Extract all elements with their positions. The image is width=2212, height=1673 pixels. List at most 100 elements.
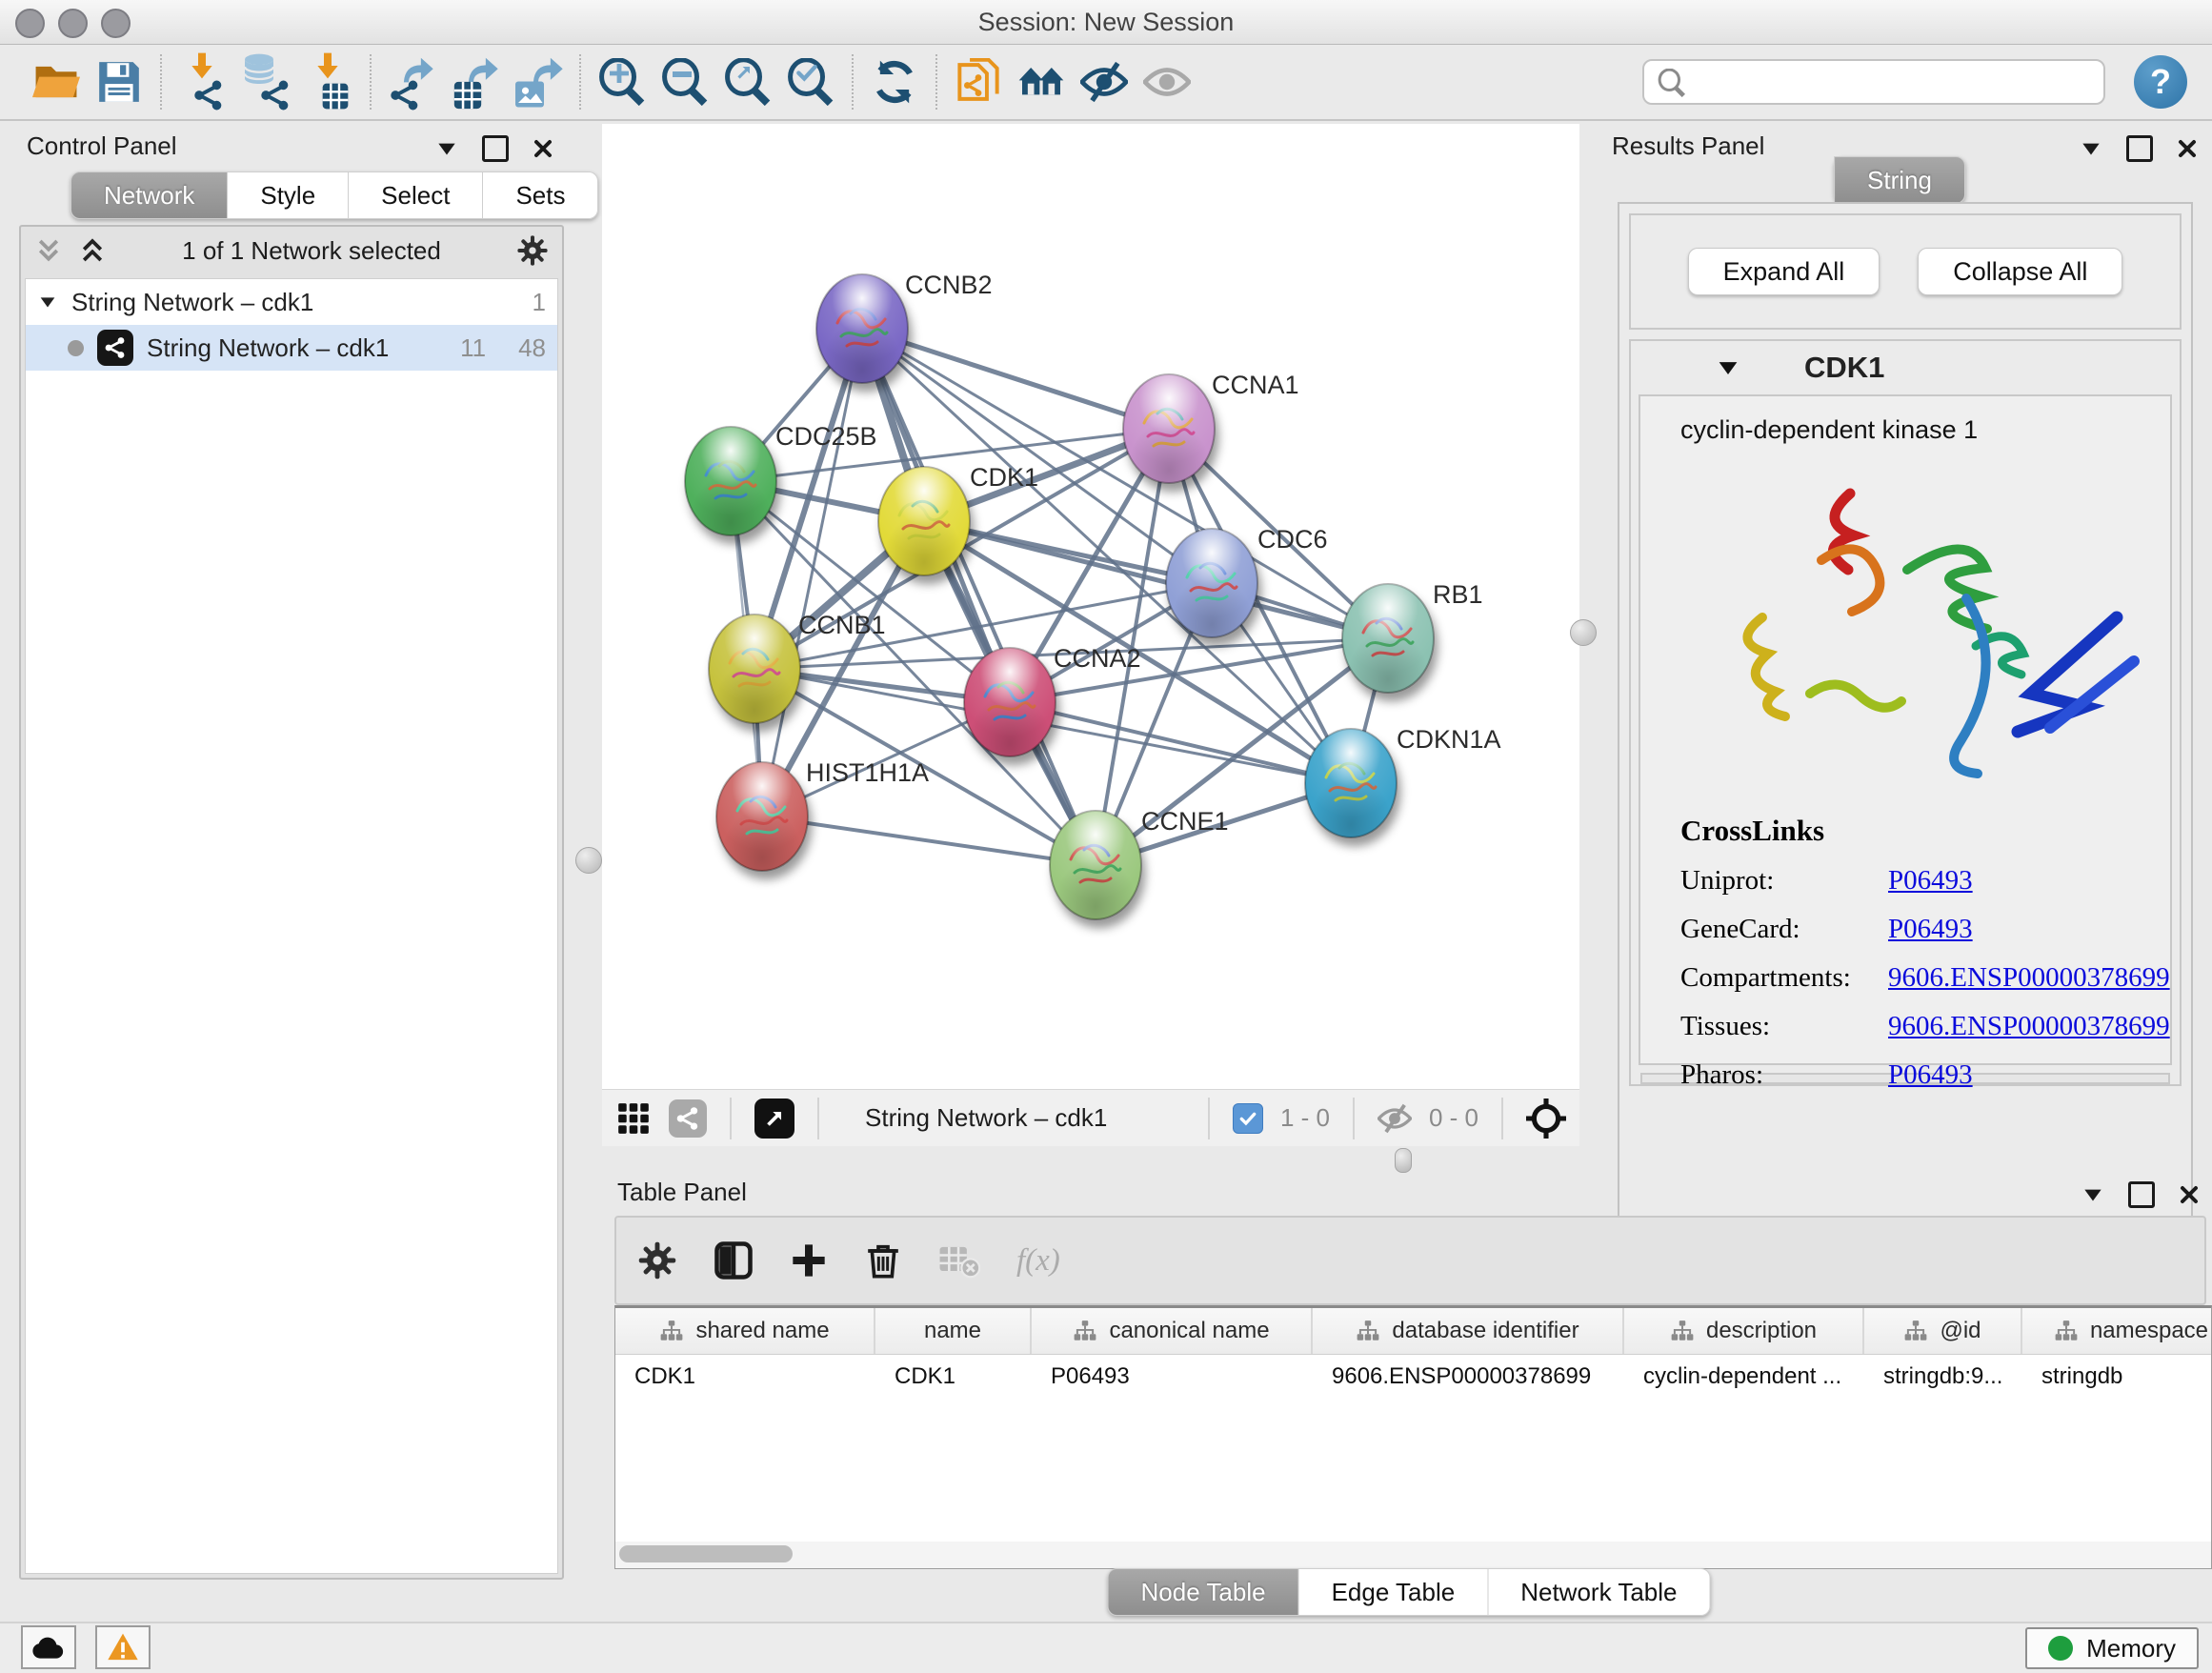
panel-menu-icon[interactable] — [2079, 136, 2103, 161]
bottom-splitter-handle[interactable] — [1395, 1148, 1412, 1173]
network-row[interactable]: String Network – cdk1 11 48 — [26, 325, 557, 371]
tab-network-table[interactable]: Network Table — [1488, 1568, 1710, 1616]
crosslink-link[interactable]: P06493 — [1888, 1059, 1973, 1091]
network-edge[interactable] — [1010, 702, 1351, 783]
crosslink-link[interactable]: 9606.ENSP00000378699 — [1888, 1011, 2170, 1042]
table-options-gear-icon[interactable] — [637, 1240, 677, 1280]
node-label: CCNE1 — [1141, 807, 1229, 836]
panel-close-icon[interactable] — [532, 137, 554, 160]
expand-all-button[interactable]: Expand All — [1688, 248, 1880, 295]
refresh-view-button[interactable] — [863, 50, 926, 113]
scrollbar-thumb[interactable] — [619, 1545, 793, 1562]
tab-network[interactable]: Network — [70, 171, 228, 219]
tab-node-table[interactable]: Node Table — [1108, 1568, 1299, 1616]
tab-string[interactable]: String — [1834, 156, 1965, 204]
tab-select[interactable]: Select — [349, 171, 483, 219]
table-cell[interactable]: stringdb — [2022, 1355, 2212, 1399]
window-zoom-button[interactable] — [101, 9, 131, 38]
fit-selected-crosshair-icon[interactable] — [1526, 1099, 1566, 1139]
panel-menu-icon[interactable] — [434, 136, 459, 161]
save-session-button[interactable] — [88, 50, 151, 113]
show-all-button[interactable] — [1136, 50, 1198, 113]
collapse-all-networks-icon[interactable] — [34, 236, 63, 265]
window-title: Session: New Session — [0, 0, 2212, 44]
table-cell[interactable]: CDK1 — [615, 1355, 875, 1399]
warnings-button[interactable] — [95, 1625, 151, 1669]
export-table-button[interactable] — [444, 50, 507, 113]
panel-menu-icon[interactable] — [2081, 1182, 2105, 1207]
network-node-CCNE1[interactable]: CCNE1 — [1050, 807, 1229, 919]
open-session-button[interactable] — [25, 50, 88, 113]
column-header-name[interactable]: name — [875, 1308, 1032, 1354]
import-network-from-file-button[interactable] — [171, 50, 234, 113]
panel-float-icon[interactable] — [482, 135, 509, 162]
network-edge[interactable] — [762, 816, 1096, 865]
collection-expander-icon[interactable] — [37, 292, 58, 312]
table-cell[interactable]: cyclin-dependent ... — [1624, 1355, 1864, 1399]
tab-style[interactable]: Style — [228, 171, 349, 219]
selected-items-checkbox[interactable] — [1233, 1103, 1263, 1134]
table-cell[interactable]: CDK1 — [875, 1355, 1032, 1399]
create-column-icon[interactable] — [790, 1241, 828, 1280]
table-row[interactable]: CDK1CDK1P064939606.ENSP00000378699cyclin… — [615, 1355, 2211, 1399]
right-splitter-handle[interactable] — [1570, 619, 1597, 646]
network-node-CCNA2[interactable]: CCNA2 — [964, 644, 1141, 756]
delete-column-icon[interactable] — [864, 1240, 902, 1280]
tab-edge-table[interactable]: Edge Table — [1299, 1568, 1489, 1616]
panel-close-icon[interactable] — [2178, 1183, 2201, 1206]
zoom-out-button[interactable] — [654, 50, 716, 113]
window-minimize-button[interactable] — [58, 9, 88, 38]
zoom-in-button[interactable] — [591, 50, 654, 113]
crosslink-link[interactable]: 9606.ENSP00000378699 — [1888, 962, 2170, 994]
network-current-dot-icon — [68, 340, 84, 356]
hide-selected-button[interactable] — [1073, 50, 1136, 113]
network-node-HIST1H1A[interactable]: HIST1H1A — [716, 758, 929, 871]
crosslink-link[interactable]: P06493 — [1888, 914, 1973, 945]
network-node-CDKN1A[interactable]: CDKN1A — [1305, 725, 1501, 837]
table-cell[interactable]: stringdb:9... — [1864, 1355, 2022, 1399]
show-columns-icon[interactable] — [714, 1240, 754, 1280]
help-button[interactable]: ? — [2134, 55, 2187, 109]
cloud-status-button[interactable] — [21, 1625, 76, 1669]
birds-eye-view-icon[interactable] — [615, 1100, 652, 1137]
search-input[interactable] — [1642, 59, 2105, 105]
column-header-shared-name[interactable]: shared name — [615, 1308, 875, 1354]
panel-float-icon[interactable] — [2126, 135, 2153, 162]
network-node-RB1[interactable]: RB1 — [1342, 580, 1483, 693]
table-cell[interactable]: 9606.ENSP00000378699 — [1313, 1355, 1624, 1399]
window-close-button[interactable] — [15, 9, 45, 38]
table-cell[interactable]: P06493 — [1032, 1355, 1313, 1399]
left-splitter-handle[interactable] — [575, 847, 602, 874]
column-header-canonical-name[interactable]: canonical name — [1032, 1308, 1313, 1354]
network-options-gear-icon[interactable] — [516, 234, 549, 267]
export-image-button[interactable] — [507, 50, 570, 113]
tab-sets[interactable]: Sets — [483, 171, 598, 219]
column-header-description[interactable]: description — [1624, 1308, 1864, 1354]
network-collection-row[interactable]: String Network – cdk1 1 — [26, 279, 557, 325]
zoom-selected-button[interactable] — [779, 50, 842, 113]
network-edge[interactable] — [862, 329, 1169, 429]
import-table-from-file-button[interactable] — [297, 50, 360, 113]
hidden-items-icon[interactable] — [1377, 1103, 1412, 1134]
column-header-database-identifier[interactable]: database identifier — [1313, 1308, 1624, 1354]
crosslink-link[interactable]: P06493 — [1888, 865, 1973, 897]
open-in-window-icon[interactable] — [754, 1099, 794, 1139]
column-header-namespace[interactable]: namespace — [2022, 1308, 2212, 1354]
expand-all-networks-icon[interactable] — [78, 236, 107, 265]
entry-expander-icon[interactable] — [1715, 354, 1741, 381]
network-node-CDC25B[interactable]: CDC25B — [685, 422, 877, 535]
table-horizontal-scrollbar[interactable] — [614, 1542, 2212, 1569]
export-network-button[interactable] — [381, 50, 444, 113]
first-neighbors-button[interactable] — [1010, 50, 1073, 113]
fit-content-button[interactable] — [716, 50, 779, 113]
column-header-@id[interactable]: @id — [1864, 1308, 2022, 1354]
memory-button[interactable]: Memory — [2025, 1627, 2199, 1669]
collapse-all-button[interactable]: Collapse All — [1918, 248, 2122, 295]
panel-float-icon[interactable] — [2128, 1181, 2155, 1208]
network-graph[interactable]: CCNB2CCNA1CDC25BCDK1CDC6RB1CCNB1CCNA2CDK… — [602, 124, 1579, 1089]
copy-style-button[interactable] — [947, 50, 1010, 113]
panel-close-icon[interactable] — [2176, 137, 2199, 160]
network-node-CDC6[interactable]: CDC6 — [1166, 525, 1328, 637]
network-node-CCNA1[interactable]: CCNA1 — [1123, 371, 1299, 483]
import-network-from-database-button[interactable] — [234, 50, 297, 113]
